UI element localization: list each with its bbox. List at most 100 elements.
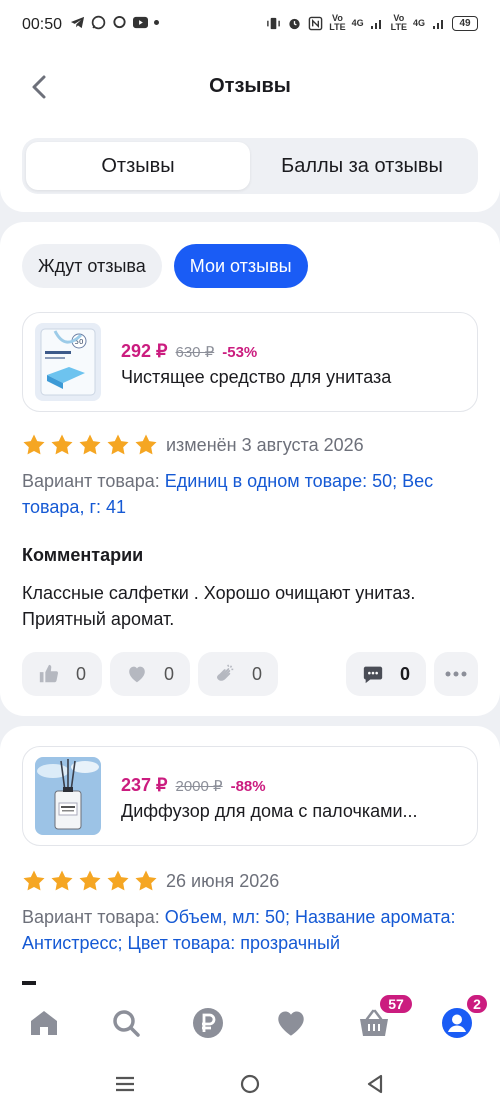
search-icon — [113, 1010, 140, 1037]
comments-button[interactable]: 0 — [346, 652, 426, 696]
menu-lines-icon — [116, 1076, 134, 1092]
product-name: Чистящее средство для унитаза — [121, 367, 392, 387]
recent-apps-button[interactable] — [110, 1071, 140, 1097]
volte-indicator-1: Vo LTE — [329, 13, 346, 32]
cart-badge: 57 — [378, 993, 414, 1015]
network-4g-2: 4G — [412, 17, 425, 28]
current-price: 237 ₽ — [121, 775, 168, 795]
star-icon — [23, 870, 45, 891]
heart-icon — [278, 1011, 304, 1036]
product-variant: Вариант товара: Единиц в одном товаре: 5… — [22, 468, 482, 520]
bottom-navigation: 57 2 — [0, 985, 500, 1059]
filter-my-reviews[interactable]: Мои отзывы — [173, 244, 308, 288]
vibrate-icon — [266, 16, 281, 31]
clap-count: 0 — [251, 663, 262, 684]
home-icon — [31, 1011, 57, 1035]
reed-diffuser-bottle-icon — [35, 757, 101, 835]
product-variant: Вариант товара: Объем, мл: 50; Название … — [22, 904, 482, 956]
star-icon — [107, 870, 129, 891]
whatsapp-icon — [91, 15, 106, 30]
thumbs-up-icon — [39, 664, 58, 683]
comment-count: 0 — [399, 663, 410, 684]
status-time: 00:50 — [22, 16, 63, 33]
youtube-icon — [133, 15, 148, 30]
back-system-button[interactable] — [360, 1071, 390, 1097]
star-icon — [51, 434, 73, 455]
price-block: 237 ₽ 2000 ₽ -88% — [121, 775, 266, 796]
star-icon — [51, 870, 73, 891]
old-price: 2000 ₽ — [175, 778, 223, 795]
variant-label: Вариант товара: — [22, 471, 160, 491]
system-icons: Vo LTE 4G Vo LTE 4G 49 — [266, 14, 478, 32]
nav-search[interactable] — [106, 1003, 146, 1043]
notification-icons — [70, 15, 159, 30]
review-date: 26 июня 2026 — [166, 871, 280, 891]
signal-icon-2 — [431, 16, 446, 31]
like-button[interactable]: 0 — [22, 652, 102, 696]
clapping-hands-icon — [217, 664, 234, 681]
discount: -53% — [222, 344, 258, 361]
old-price: 630 ₽ — [175, 344, 215, 361]
product-image — [35, 757, 101, 835]
nav-cart[interactable]: 57 — [354, 993, 414, 1043]
star-icon — [135, 434, 157, 455]
ruble-icon — [193, 1008, 223, 1038]
cleaning-strips-package-icon: 50 — [35, 323, 101, 401]
volte-indicator-2: Vo LTE — [390, 13, 407, 32]
filter-chips: Ждут отзыва Мои отзывы — [22, 244, 308, 288]
heart-reaction-button[interactable]: 0 — [110, 652, 190, 696]
heart-count: 0 — [163, 663, 174, 684]
status-bar: 00:50 Vo LTE 4G Vo LTE 4G 49 — [0, 0, 500, 52]
tab-reviews[interactable]: Отзывы — [26, 142, 250, 190]
page-title: Отзывы — [209, 75, 291, 97]
rating-stars — [22, 869, 158, 893]
tab-review-points[interactable]: Баллы за отзывы — [250, 142, 474, 190]
more-notifications-dot — [154, 20, 159, 25]
network-4g-1: 4G — [351, 17, 364, 28]
clap-button[interactable]: 0 — [198, 652, 278, 696]
discount: -88% — [230, 778, 266, 795]
like-count: 0 — [75, 663, 86, 684]
comment-heading: Комментарии — [22, 545, 144, 565]
product-card[interactable]: 237 ₽ 2000 ₽ -88% Диффузор для дома с па… — [22, 746, 478, 846]
star-icon — [23, 434, 45, 455]
home-system-button[interactable] — [235, 1071, 265, 1097]
nfc-icon — [308, 16, 323, 31]
current-price: 292 ₽ — [121, 341, 168, 361]
circle-icon — [240, 1074, 260, 1094]
product-name: Диффузор для дома с палочками... — [121, 801, 418, 821]
comment-icon — [363, 666, 383, 684]
product-card[interactable]: 50 292 ₽ 630 ₽ -53% Чистящее средство дл… — [22, 312, 478, 412]
review-date: изменён 3 августа 2026 — [166, 435, 364, 455]
variant-label: Вариант товара: — [22, 907, 160, 927]
star-icon — [135, 870, 157, 891]
reaction-bar: 0 0 0 0 — [22, 652, 478, 696]
filter-awaiting-review[interactable]: Ждут отзыва — [22, 244, 162, 288]
alarm-icon — [287, 16, 302, 31]
segmented-tabs: Отзывы Баллы за отзывы — [22, 138, 478, 194]
profile-badge: 2 — [465, 993, 489, 1015]
triangle-back-icon — [367, 1074, 383, 1094]
signal-icon-1 — [370, 16, 385, 31]
nav-finance[interactable] — [188, 1003, 228, 1043]
comment-text: Классные салфетки . Хорошо очищают унита… — [22, 583, 416, 629]
chat-bubble-icon — [112, 15, 127, 30]
nav-home[interactable] — [24, 1003, 64, 1043]
tabs-container: Отзывы Баллы за отзывы — [0, 122, 500, 212]
review-card: 237 ₽ 2000 ₽ -88% Диффузор для дома с па… — [0, 726, 500, 1026]
nav-profile[interactable]: 2 — [437, 993, 489, 1043]
product-image: 50 — [35, 323, 101, 401]
battery-icon: 49 — [452, 15, 478, 31]
more-horizontal-icon — [445, 671, 467, 677]
more-options-button[interactable] — [434, 652, 478, 696]
nav-favorites[interactable] — [271, 1003, 311, 1043]
telegram-icon — [70, 15, 85, 30]
review-card: Ждут отзыва Мои отзывы 50 292 ₽ 630 ₽ -5… — [0, 222, 500, 716]
system-navigation-bar — [0, 1059, 500, 1111]
price-block: 292 ₽ 630 ₽ -53% — [121, 341, 257, 362]
star-icon — [79, 870, 101, 891]
star-icon — [107, 434, 129, 455]
heart-icon — [129, 666, 145, 683]
star-icon — [79, 434, 101, 455]
rating-stars — [22, 433, 158, 457]
